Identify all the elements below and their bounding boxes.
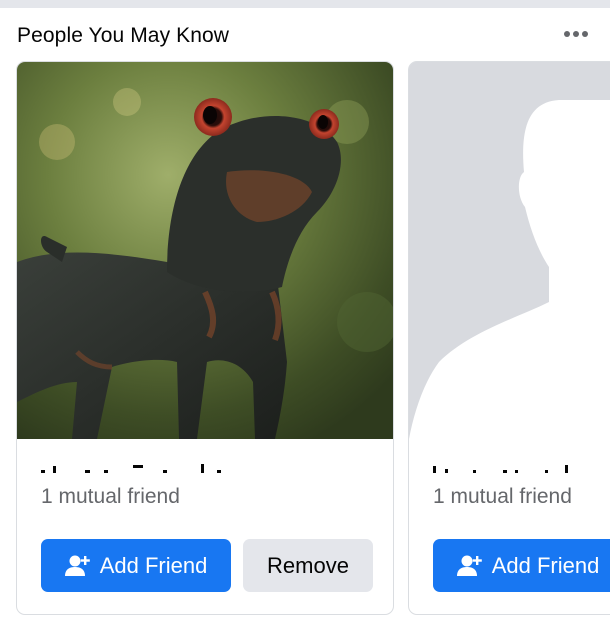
name-redacted[interactable] bbox=[433, 448, 583, 476]
add-friend-label: Add Friend bbox=[99, 552, 208, 578]
name-redacted[interactable] bbox=[41, 448, 231, 476]
more-options-icon[interactable] bbox=[559, 22, 593, 46]
more-dot bbox=[564, 31, 570, 37]
redacted-name-marks bbox=[433, 465, 568, 473]
mutual-friends-text[interactable]: 1 mutual friend bbox=[433, 485, 572, 509]
redacted-name-marks bbox=[41, 464, 221, 473]
add-friend-label: Add Friend bbox=[491, 552, 600, 578]
suggestion-card: 1 mutual friend Add Friend bbox=[408, 61, 610, 615]
default-avatar-silhouette bbox=[409, 62, 610, 439]
profile-photo-image bbox=[17, 62, 393, 439]
profile-photo[interactable] bbox=[17, 62, 393, 439]
suggestion-card: 1 mutual friend Add Friend Remove bbox=[16, 61, 394, 615]
mutual-friends-text[interactable]: 1 mutual friend bbox=[41, 485, 180, 509]
person-add-icon bbox=[64, 554, 91, 578]
remove-label: Remove bbox=[267, 552, 349, 578]
add-friend-button[interactable]: Add Friend bbox=[433, 539, 610, 592]
section-title: People You May Know bbox=[17, 24, 230, 47]
profile-photo[interactable] bbox=[409, 62, 610, 439]
top-divider bbox=[0, 0, 610, 8]
more-dot bbox=[573, 31, 579, 37]
remove-button[interactable]: Remove bbox=[243, 539, 373, 592]
person-add-icon bbox=[456, 554, 483, 578]
add-friend-button[interactable]: Add Friend bbox=[41, 539, 231, 592]
more-dot bbox=[582, 31, 588, 37]
